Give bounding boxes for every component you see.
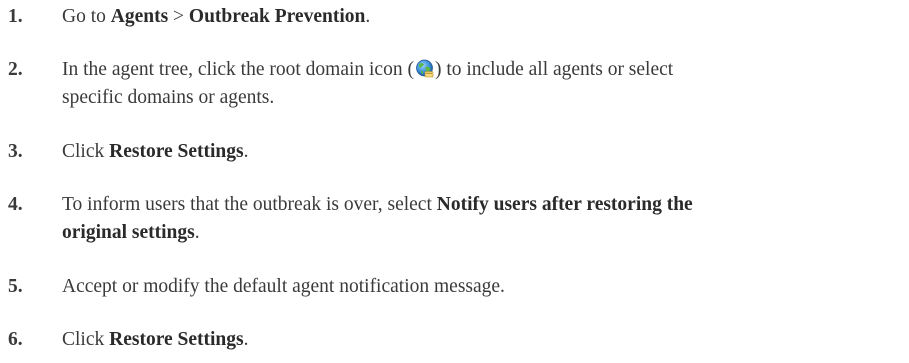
step-text-segment: . [243, 329, 249, 350]
step-number: 4. [8, 194, 23, 215]
step-number: 2. [8, 59, 23, 80]
step-text: Click Restore Settings. [62, 326, 907, 354]
step-text-segment: Accept or modify the default agent notif… [62, 276, 505, 297]
step-text-segment: To inform users that the outbreak is ove… [62, 194, 437, 215]
step-text-segment: ) to include all agents or select [434, 59, 674, 80]
step-number: 3. [8, 141, 23, 162]
restore-settings-label: Restore Settings [109, 329, 244, 350]
step-text: To inform users that the outbreak is ove… [62, 191, 907, 219]
step-number: 1. [8, 6, 23, 27]
step-text-segment: specific domains or agents. [62, 87, 275, 108]
notify-users-option-label: original settings [62, 222, 195, 243]
step-number: 5. [8, 276, 23, 297]
root-domain-globe-icon [415, 59, 434, 78]
step-text-segment: In the agent tree, click the root domain… [62, 59, 414, 80]
step-text: original settings. [62, 219, 907, 247]
step-text: specific domains or agents. [62, 84, 907, 112]
step-text-segment: Click [62, 329, 110, 350]
step-text-segment: Click [62, 141, 110, 162]
step-text: Go to Agents > Outbreak Prevention. [62, 3, 907, 31]
step-text-segment: Go to [62, 6, 111, 27]
step-text-segment: . [365, 6, 371, 27]
step-text-segment: . [194, 222, 200, 243]
step-text: In the agent tree, click the root domain… [62, 56, 907, 84]
notify-users-option-label: Notify users after restoring the [436, 194, 693, 215]
step-number: 6. [8, 329, 23, 350]
menu-agents: Agents [110, 6, 169, 27]
step-text-segment: . [243, 141, 249, 162]
menu-outbreak-prevention: Outbreak Prevention [188, 6, 366, 27]
restore-settings-label: Restore Settings [109, 141, 244, 162]
step-text: Click Restore Settings. [62, 138, 907, 166]
step-text: Accept or modify the default agent notif… [62, 273, 907, 301]
menu-separator: > [168, 6, 189, 27]
